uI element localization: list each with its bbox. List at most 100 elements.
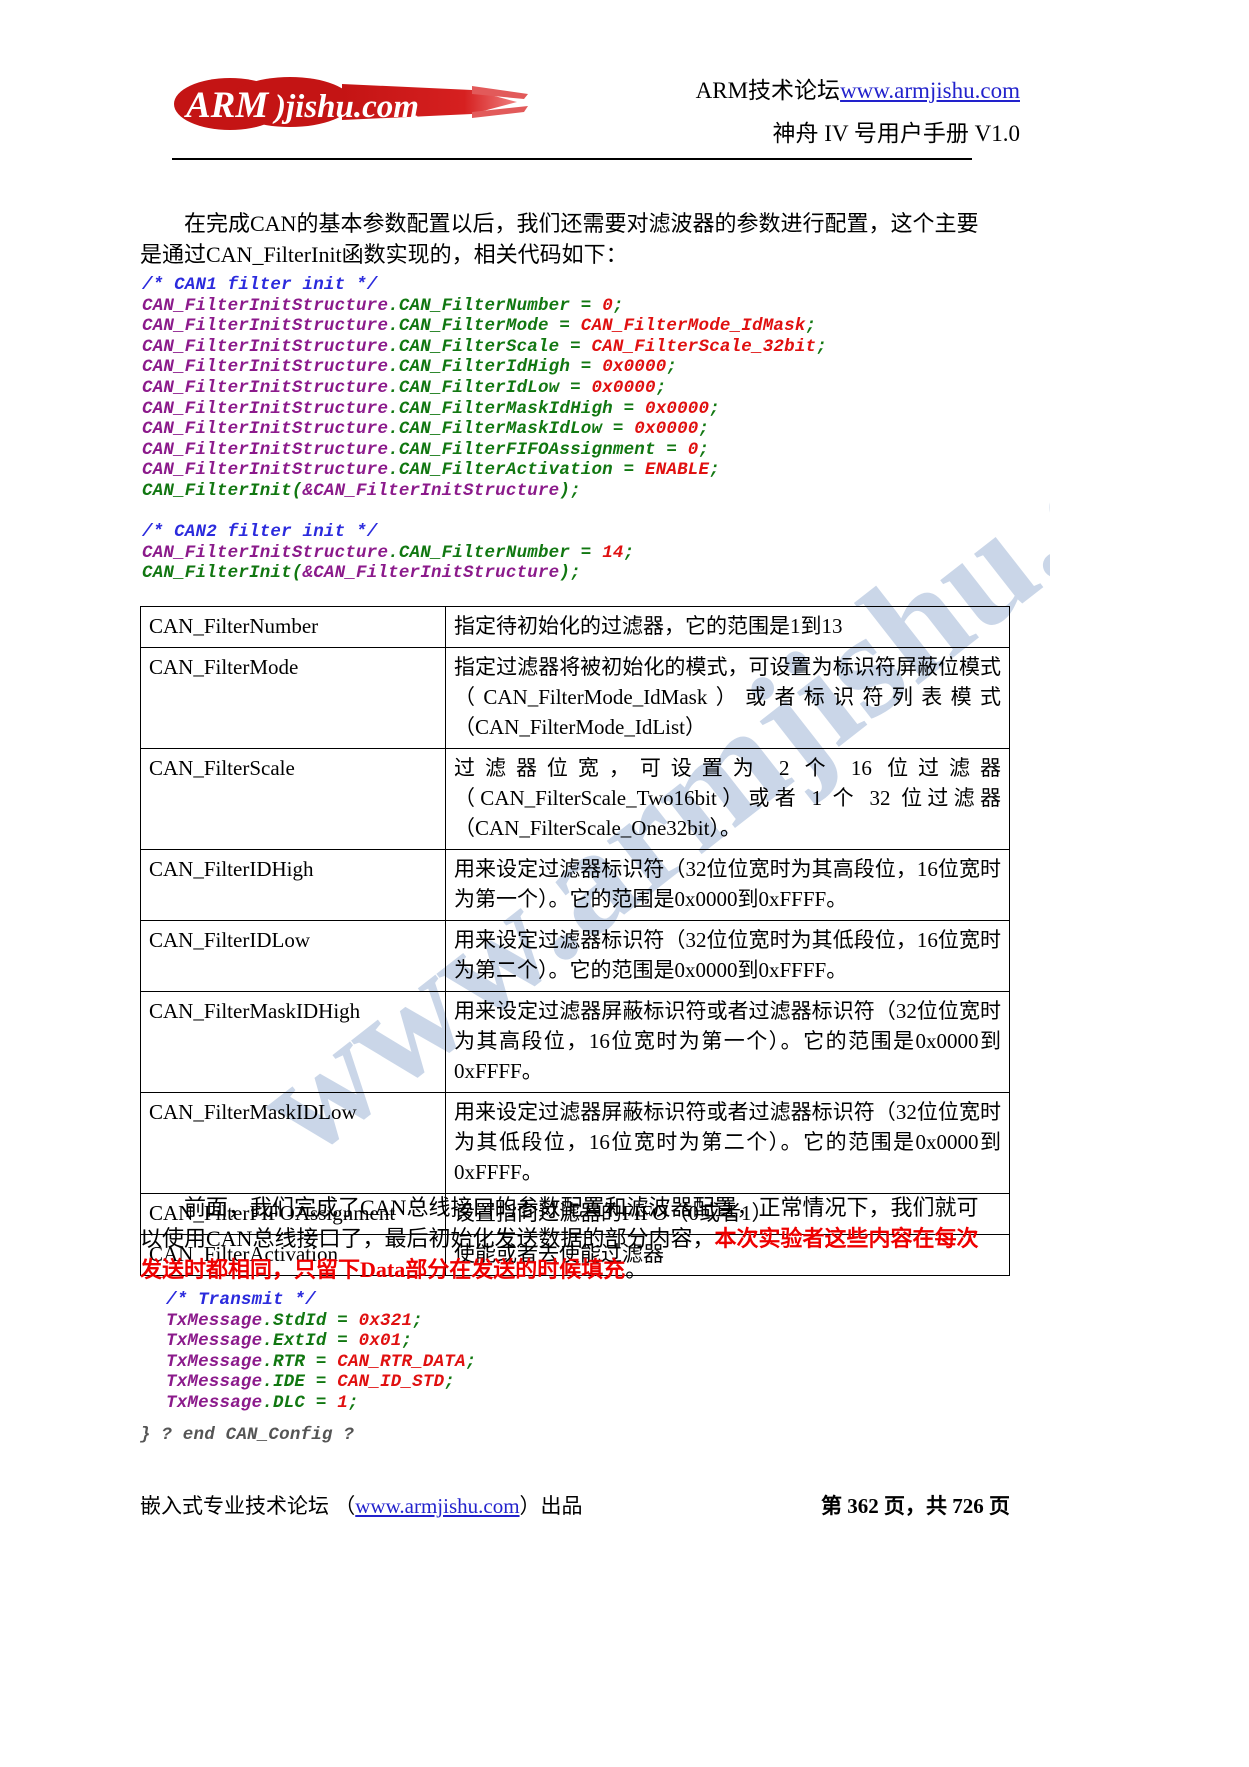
code2-member-1: ExtId — [273, 1331, 327, 1352]
table-cell-key: CAN_FilterMaskIDHigh — [140, 991, 446, 1093]
table-cell-key: CAN_FilterNumber — [140, 606, 446, 648]
table-cell-key: CAN_FilterIDHigh — [140, 849, 446, 921]
code-member-6: CAN_FilterMaskIdLow — [398, 419, 603, 440]
code2-value-1: 0x01 — [358, 1331, 402, 1352]
table-cell-value: 用来设定过滤器屏蔽标识符或者过滤器标识符（32位位宽时为其低段位，16位宽时为第… — [445, 1092, 1010, 1194]
header-forum-label: ARM技术论坛 — [695, 78, 841, 103]
code-member-1: CAN_FilterMode — [398, 316, 549, 337]
table-row: CAN_FilterMaskIDLow 用来设定过滤器屏蔽标识符或者过滤器标识符… — [140, 1092, 1010, 1194]
code-member-3: CAN_FilterIdHigh — [398, 357, 571, 378]
post-line-3-tail: 。 — [625, 1257, 648, 1282]
code-member-9: CAN_FilterNumber — [398, 542, 571, 563]
post-line-3-red: 发送时都相同，只留下Data部分在发送的时候填充 — [140, 1257, 626, 1282]
table-row: CAN_FilterScale 过滤器位宽，可设置为 2 个 16 位过滤器（C… — [140, 748, 1010, 850]
code-value-7: 0 — [687, 439, 699, 460]
code-value-5: 0x0000 — [645, 398, 710, 419]
code-struct-4: CAN_FilterInitStructure — [142, 377, 389, 398]
code2-member-4: DLC — [273, 1392, 306, 1413]
footer-suffix: ）出品 — [519, 1494, 583, 1518]
code-struct-7: CAN_FilterInitStructure — [142, 439, 389, 460]
table-cell-key: CAN_FilterScale — [140, 748, 446, 850]
code-struct-1: CAN_FilterInitStructure — [142, 316, 389, 337]
code2-member-3: IDE — [273, 1372, 306, 1393]
code-value-4: 0x0000 — [591, 377, 656, 398]
footer-site-link[interactable]: www.armjishu.com — [355, 1494, 519, 1518]
code-struct-9: CAN_FilterInitStructure — [142, 542, 389, 563]
code-call-fn-2: CAN_FilterInit — [142, 563, 292, 584]
table-row: CAN_FilterMode 指定过滤器将被初始化的模式，可设置为标识符屏蔽位模… — [140, 647, 1010, 749]
table-cell-value: 指定待初始化的过滤器，它的范围是1到13 — [445, 606, 1010, 648]
code-struct-2: CAN_FilterInitStructure — [142, 336, 389, 357]
code-member-5: CAN_FilterMaskIdHigh — [398, 398, 613, 419]
code-block-can-filter-init: /* CAN1 filter init */ CAN_FilterInitStr… — [142, 275, 827, 584]
header-title-block: ARM技术论坛www.armjishu.com 神舟 IV 号用户手册 V1.0 — [600, 76, 1020, 149]
code-value-2: CAN_FilterScale_32bit — [591, 336, 817, 357]
svg-text:ARM: ARM — [184, 85, 269, 126]
code2-value-0: 0x321 — [358, 1310, 413, 1331]
intro-paragraph: 在完成CAN的基本参数配置以后，我们还需要对滤波器的参数进行配置，这个主要 是通… — [140, 208, 1000, 270]
table-cell-key: CAN_FilterMaskIDLow — [140, 1092, 446, 1194]
post-line-1: 前面，我们完成了CAN总线接口的参数配置和滤波器配置，正常情况下，我们就可 — [184, 1195, 979, 1220]
code2-member-2: RTR — [273, 1351, 306, 1372]
footer-left-text: 嵌入式专业技术论坛 （www.armjishu.com）出品 — [140, 1490, 583, 1520]
code-value-1: CAN_FilterMode_IdMask — [580, 316, 806, 337]
header-divider — [172, 158, 972, 160]
code-value-0: 0 — [602, 295, 613, 316]
code2-value-4: 1 — [337, 1392, 348, 1413]
footer-prefix: 嵌入式专业技术论坛 （ — [140, 1494, 356, 1518]
code-member-4: CAN_FilterIdLow — [398, 377, 560, 398]
table-row: CAN_FilterMaskIDHigh 用来设定过滤器屏蔽标识符或者过滤器标识… — [140, 991, 1010, 1093]
svg-text:)jishu.com: )jishu.com — [272, 89, 419, 125]
code-value-9: 14 — [602, 542, 624, 563]
code2-struct-0: TxMessage — [166, 1310, 263, 1331]
code2-struct-2: TxMessage — [166, 1351, 263, 1372]
post-line-2-red: 本次实验者这些内容在每次 — [714, 1226, 979, 1251]
code2-value-2: CAN_RTR_DATA — [337, 1351, 466, 1372]
code-member-8: CAN_FilterActivation — [398, 460, 613, 481]
header-forum-line: ARM技术论坛www.armjishu.com — [600, 76, 1020, 106]
code2-struct-4: TxMessage — [166, 1392, 263, 1413]
table-cell-value: 指定过滤器将被初始化的模式，可设置为标识符屏蔽位模式（CAN_FilterMod… — [445, 647, 1010, 749]
code-end-comment: } ? end CAN_Config ? — [140, 1425, 355, 1445]
code-block-transmit: /* Transmit */ TxMessage.StdId = 0x321; … — [166, 1290, 477, 1413]
code-struct-6: CAN_FilterInitStructure — [142, 419, 389, 440]
code2-struct-3: TxMessage — [166, 1372, 263, 1393]
code-value-3: 0x0000 — [602, 357, 667, 378]
table-row: CAN_FilterIDLow 用来设定过滤器标识符（32位位宽时为其低段位，1… — [140, 920, 1010, 992]
code-call-arg-2: &CAN_FilterInitStructure — [302, 563, 560, 584]
intro-line-2: 是通过CAN_FilterInit函数实现的，相关代码如下： — [140, 242, 628, 267]
armjishu-logo: ARM )jishu.com — [172, 68, 542, 140]
table-row: CAN_FilterIDHigh 用来设定过滤器标识符（32位位宽时为其高段位，… — [140, 849, 1010, 921]
header-manual-subtitle: 神舟 IV 号用户手册 V1.0 — [772, 121, 1020, 146]
code-comment-can1: /* CAN1 filter init */ — [142, 275, 378, 295]
table-cell-value: 用来设定过滤器屏蔽标识符或者过滤器标识符（32位位宽时为其高段位，16位宽时为第… — [445, 991, 1010, 1093]
table-cell-value: 用来设定过滤器标识符（32位位宽时为其高段位，16位宽时为第一个）。它的范围是0… — [445, 849, 1010, 921]
header-site-link[interactable]: www.armjishu.com — [840, 78, 1020, 103]
logo-icon: ARM )jishu.com — [174, 77, 528, 130]
code-struct-8: CAN_FilterInitStructure — [142, 460, 389, 481]
code-value-6: 0x0000 — [634, 419, 699, 440]
code-member-7: CAN_FilterFIFOAssignment — [398, 439, 656, 460]
code-struct-0: CAN_FilterInitStructure — [142, 295, 389, 316]
can-filter-parameter-table: CAN_FilterNumber 指定待初始化的过滤器，它的范围是1到13 CA… — [140, 606, 1010, 1276]
code-call-arg-1: &CAN_FilterInitStructure — [302, 480, 560, 501]
code-member-2: CAN_FilterScale — [398, 336, 560, 357]
post-table-paragraph: 前面，我们完成了CAN总线接口的参数配置和滤波器配置，正常情况下，我们就可 以使… — [140, 1192, 1002, 1285]
table-cell-value: 过滤器位宽，可设置为 2 个 16 位过滤器（CAN_FilterScale_T… — [445, 748, 1010, 850]
table-row: CAN_FilterNumber 指定待初始化的过滤器，它的范围是1到13 — [140, 606, 1010, 648]
table-cell-value: 用来设定过滤器标识符（32位位宽时为其低段位，16位宽时为第二个）。它的范围是0… — [445, 920, 1010, 992]
code2-member-0: StdId — [273, 1310, 327, 1331]
code-struct-5: CAN_FilterInitStructure — [142, 398, 389, 419]
code2-struct-1: TxMessage — [166, 1331, 263, 1352]
intro-line-1: 在完成CAN的基本参数配置以后，我们还需要对滤波器的参数进行配置，这个主要 — [184, 211, 979, 236]
code-call-fn-1: CAN_FilterInit — [142, 480, 292, 501]
code-comment-transmit: /* Transmit */ — [166, 1290, 316, 1310]
code-struct-3: CAN_FilterInitStructure — [142, 357, 389, 378]
code2-value-3: CAN_ID_STD — [337, 1372, 445, 1393]
table-cell-key: CAN_FilterIDLow — [140, 920, 446, 992]
code-value-8: ENABLE — [645, 460, 710, 481]
code-comment-can2: /* CAN2 filter init */ — [142, 522, 378, 543]
document-page: www.armjishu.com www.armjishu.com — [0, 0, 1249, 1767]
post-line-2-black: 以使用CAN总线接口了，最后初始化发送数据的部分内容， — [140, 1226, 715, 1251]
table-cell-key: CAN_FilterMode — [140, 647, 446, 749]
